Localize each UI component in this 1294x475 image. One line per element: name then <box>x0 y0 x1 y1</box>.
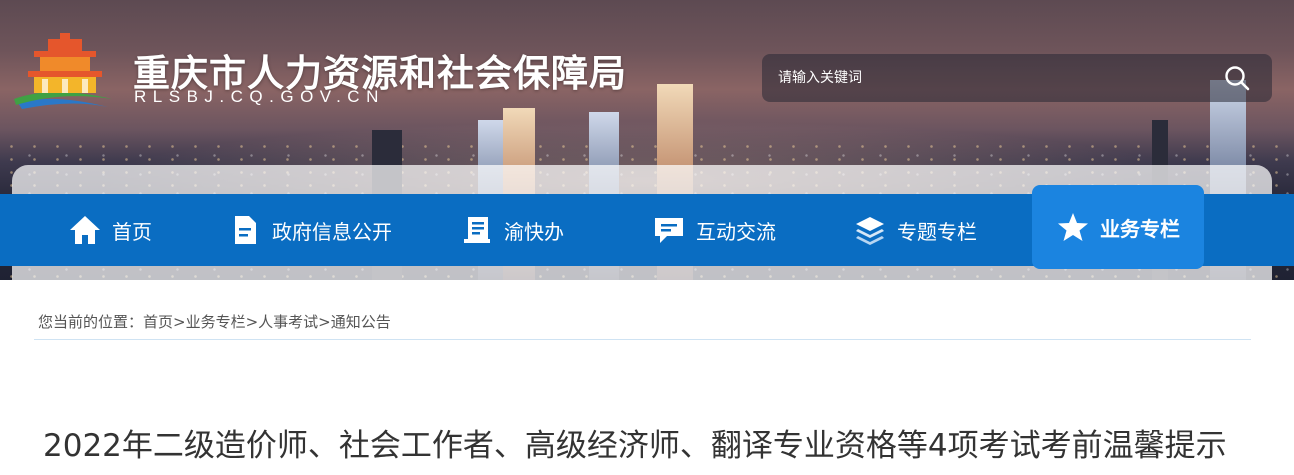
search-icon[interactable] <box>1224 65 1250 91</box>
star-icon <box>1056 210 1090 244</box>
nav-item-special-topics[interactable]: 专题专栏 <box>853 194 977 266</box>
nav-item-label: 政府信息公开 <box>272 219 392 244</box>
book-icon <box>460 213 494 247</box>
nav-item-label: 互动交流 <box>696 219 776 244</box>
site-domain: RLSBJ.CQ.GOV.CN <box>134 87 385 106</box>
temple-emblem-icon <box>14 33 112 109</box>
nav-item-home[interactable]: 首页 <box>68 194 152 266</box>
nav-item-label: 业务专栏 <box>1100 216 1180 241</box>
nav-item-interaction[interactable]: 互动交流 <box>652 194 776 266</box>
search-input[interactable] <box>778 66 1208 90</box>
divider <box>34 339 1251 340</box>
nav-item-gov-info[interactable]: 政府信息公开 <box>228 194 392 266</box>
document-icon <box>228 213 262 247</box>
nav-item-label: 首页 <box>112 219 152 244</box>
layers-icon <box>853 213 887 247</box>
nav-item-label: 渝快办 <box>504 219 564 244</box>
nav-item-label: 专题专栏 <box>897 219 977 244</box>
chat-icon <box>652 213 686 247</box>
article-title: 2022年二级造价师、社会工作者、高级经济师、翻译专业资格等4项考试考前温馨提示 <box>43 428 1227 464</box>
home-icon <box>68 213 102 247</box>
nav-item-business[interactable]: 业务专栏 <box>1032 185 1204 269</box>
nav-item-yukuaiban[interactable]: 渝快办 <box>460 194 564 266</box>
breadcrumb: 您当前的位置：首页>业务专栏>人事考试>通知公告 <box>38 313 391 331</box>
search-box <box>762 54 1272 102</box>
